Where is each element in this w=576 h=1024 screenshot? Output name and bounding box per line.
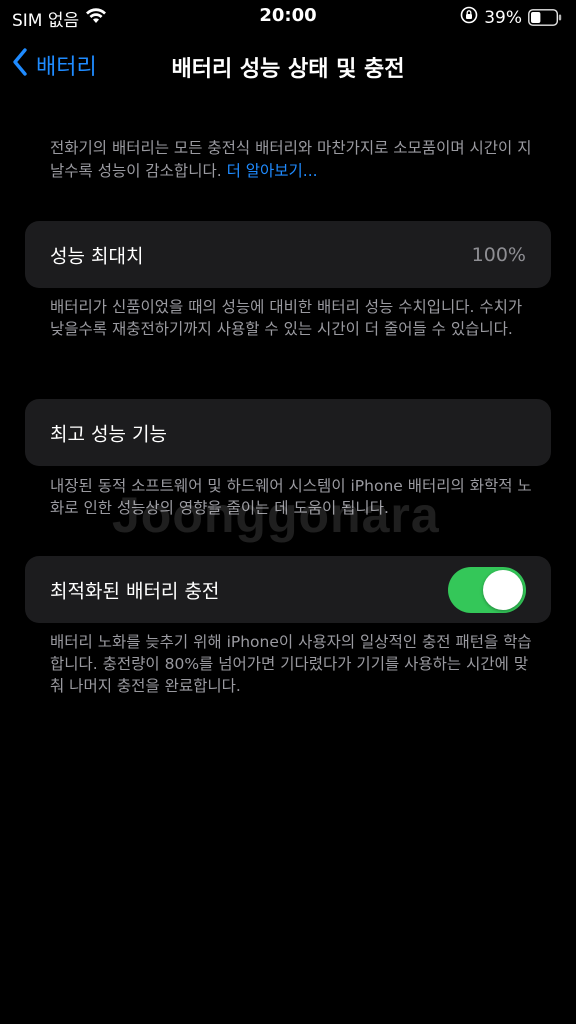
optimized-charging-toggle[interactable]	[448, 566, 526, 613]
peak-performance-footnote: 내장된 동적 소프트웨어 및 하드웨어 시스템이 iPhone 배터리의 화학적…	[50, 477, 532, 517]
optimized-charging-label: 최적화된 배터리 충전	[50, 580, 220, 602]
max-capacity-value: 100%	[471, 243, 526, 266]
max-capacity-cell: 성능 최대치 100%	[25, 221, 551, 288]
intro-text: 전화기의 배터리는 모든 충전식 배터리와 마찬가지로 소모품이며 시간이 지날…	[50, 137, 540, 183]
peak-performance-label: 최고 성능 기능	[50, 423, 167, 445]
max-capacity-footnote: 배터리가 신품이었을 때의 성능에 대비한 배터리 성능 수치입니다. 수치가 …	[50, 298, 523, 338]
peak-performance-cell: 최고 성능 기능	[25, 399, 551, 466]
nav-bar: 배터리 배터리 성능 상태 및 충전	[0, 40, 576, 90]
optimized-charging-footnote: 배터리 노화를 늦추기 위해 iPhone이 사용자의 일상적인 충전 패턴을 …	[50, 633, 532, 695]
learn-more-link[interactable]: 더 알아보기...	[227, 162, 318, 180]
orientation-lock-icon	[460, 6, 478, 29]
toggle-knob	[483, 569, 523, 610]
battery-percent: 39%	[484, 7, 522, 28]
battery-icon	[528, 9, 562, 26]
optimized-charging-cell: 최적화된 배터리 충전	[25, 556, 551, 623]
max-capacity-label: 성능 최대치	[50, 245, 144, 267]
status-bar: SIM 없음 20:00 39%	[0, 0, 576, 32]
status-right: 39%	[460, 6, 562, 29]
page-title: 배터리 성능 상태 및 충전	[171, 57, 405, 82]
